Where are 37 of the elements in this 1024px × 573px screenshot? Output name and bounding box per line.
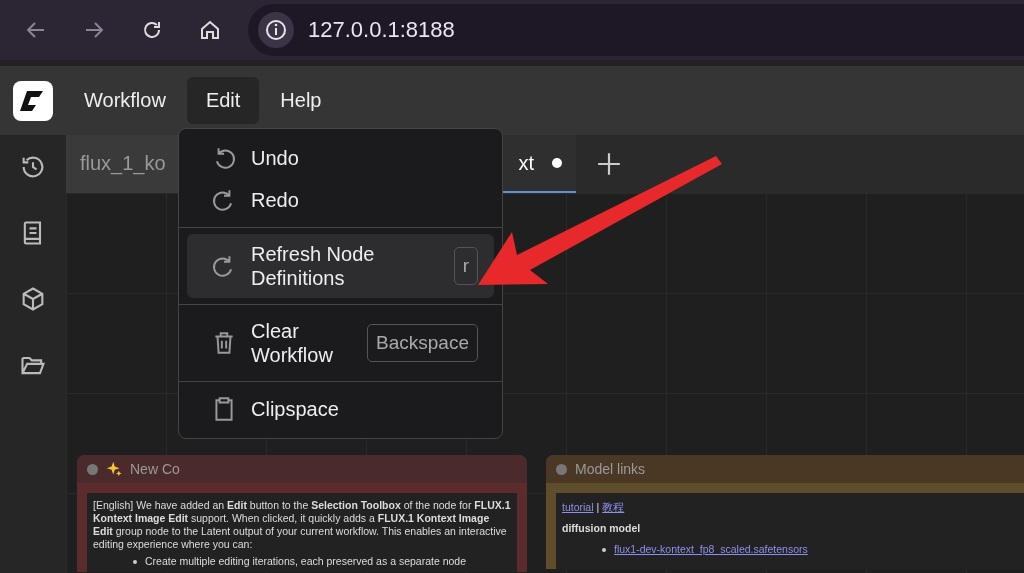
add-tab-icon[interactable] <box>596 151 622 177</box>
sparkle-icon <box>106 461 122 477</box>
menu-item[interactable]: Clear Workflow Backspace <box>187 311 494 375</box>
collapse-dot-icon[interactable] <box>556 463 567 475</box>
collapse-dot-icon[interactable] <box>87 463 98 475</box>
link[interactable]: tutorial <box>562 501 594 514</box>
menu-item[interactable]: Undo <box>187 137 494 179</box>
menu-item[interactable]: Refresh Node Definitions r <box>187 234 494 298</box>
tab-label: flux_1_ko <box>80 151 166 175</box>
menu-item[interactable]: Clipspace <box>187 388 494 430</box>
tab-label: xt <box>518 151 534 175</box>
menu-item-label: Redo <box>251 188 300 212</box>
link-separator: | <box>596 501 600 514</box>
link[interactable]: 教程 <box>602 501 625 514</box>
note-paragraph: [English] We have added an Edit button to the Selection Toolbox of the node for FLUX.1 Kontext Image Edit support. When clicked, it quickly adds a FLUX.1 Kontext Image Edit group node to the Latent output of your current workflow. This enables an interactive editing experience where you can: <box>93 499 511 551</box>
note-heading: diffusion model <box>562 522 642 535</box>
menu-item-label: Refresh Node Definitions <box>251 242 376 290</box>
info-icon[interactable] <box>258 12 294 48</box>
bullet-text: Create multiple editing iterations, each preserved as a separate node <box>145 555 467 568</box>
bullet-icon <box>133 559 137 564</box>
shortcut-key: Backspace <box>367 324 478 362</box>
url-text: 127.0.0.1:8188 <box>308 17 455 43</box>
node-title: Model links <box>575 461 646 477</box>
shortcut-key: r <box>453 247 478 285</box>
menu-bar-item[interactable]: Workflow <box>65 77 185 124</box>
bullet-icon <box>602 547 606 552</box>
menu-bar-item[interactable]: Help <box>261 77 341 124</box>
file-link[interactable]: flux1-dev-kontext_fp8_scaled.safetensors <box>614 543 808 556</box>
address-bar[interactable]: 127.0.0.1:8188 <box>248 4 1024 56</box>
menu-item-label: Undo <box>251 146 300 170</box>
menu-item[interactable]: Redo <box>187 179 494 221</box>
node-title: New Co <box>130 461 180 477</box>
menu-item-label: Clear Workflow <box>251 319 334 367</box>
home-icon[interactable] <box>198 18 222 42</box>
menu-item-label: Clipspace <box>251 397 340 421</box>
app-logo-icon[interactable] <box>13 80 53 121</box>
menu-bar-item[interactable]: Edit <box>186 77 260 124</box>
